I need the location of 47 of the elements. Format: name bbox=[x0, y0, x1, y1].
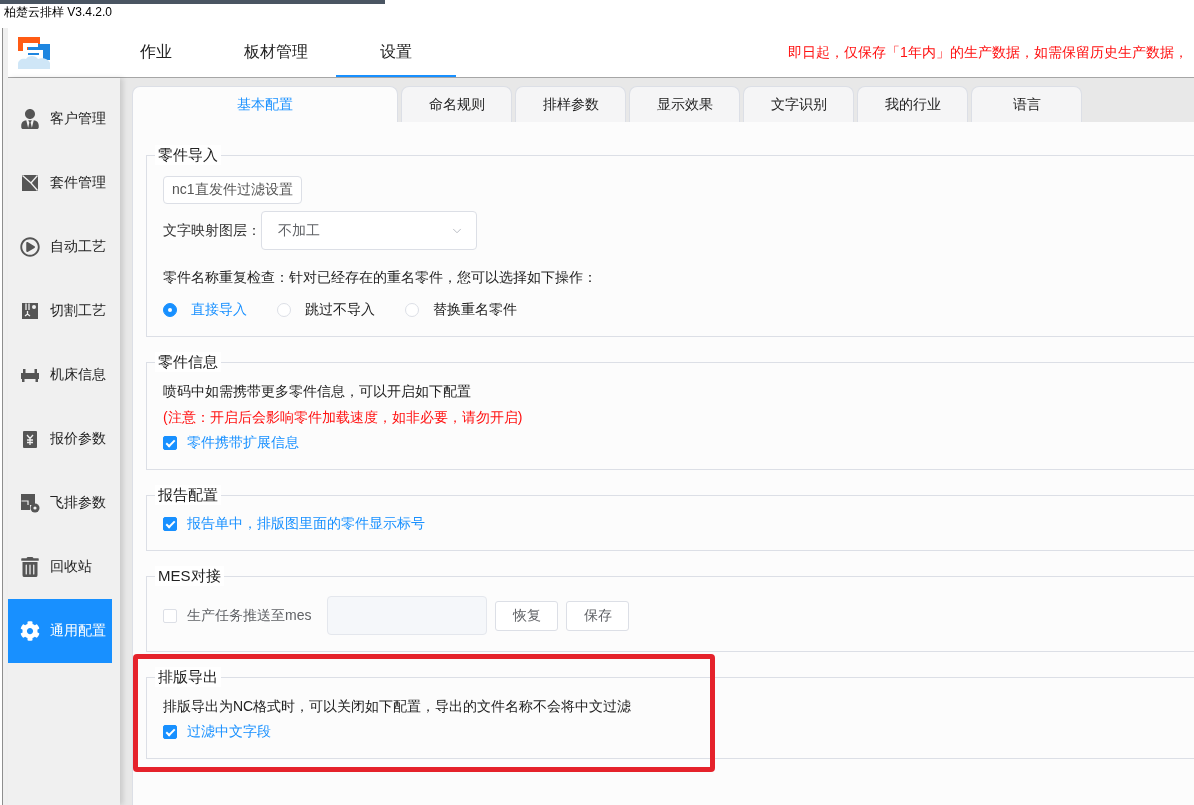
action-button[interactable]: 恢复 bbox=[495, 600, 559, 631]
sidebar-item[interactable]: 报价参数 bbox=[8, 407, 112, 471]
sidebar-item[interactable]: 回收站 bbox=[8, 535, 112, 599]
description-text: 喷码中如需携带更多零件信息，可以开启如下配置 bbox=[163, 382, 472, 401]
trash-icon bbox=[20, 557, 40, 577]
settings-tab[interactable]: 我的行业 bbox=[857, 86, 968, 122]
layout-gear-icon bbox=[20, 493, 40, 513]
checkbox[interactable] bbox=[163, 436, 177, 450]
user-icon bbox=[20, 109, 40, 129]
notice-text: 即日起，仅保存「1年内」的生产数据，如需保留历史生产数据， bbox=[788, 43, 1188, 62]
radio-label[interactable]: 替换重名零件 bbox=[433, 301, 517, 319]
description-text: 排版导出为NC格式时，可以关闭如下配置，导出的文件名称不会将中文过滤 bbox=[163, 697, 633, 716]
sidebar-item[interactable]: 飞排参数 bbox=[8, 471, 112, 535]
window-title: 柏楚云排样 V3.4.2.0 bbox=[3, 4, 113, 21]
cutting-machine-icon bbox=[20, 301, 40, 321]
nav-tab[interactable]: 设置 bbox=[336, 28, 456, 77]
sidebar-item[interactable]: 套件管理 bbox=[8, 151, 112, 215]
field-label: 文字映射图层： bbox=[163, 221, 261, 240]
settings-icon bbox=[20, 621, 40, 641]
section-title: 报告配置 bbox=[155, 485, 221, 505]
folded-square-icon bbox=[20, 173, 40, 193]
checkbox[interactable] bbox=[163, 725, 177, 739]
yen-notepad-icon bbox=[20, 429, 40, 449]
filter-settings-button[interactable]: nc1直发件过滤设置 bbox=[163, 176, 302, 204]
section-title: 零件信息 bbox=[155, 352, 221, 372]
settings-tab[interactable]: 命名规则 bbox=[401, 86, 512, 122]
nav-tab[interactable]: 作业 bbox=[96, 28, 216, 77]
settings-tab[interactable]: 排样参数 bbox=[515, 86, 626, 122]
description-text: 零件名称重复检查：针对已经存在的重名零件，您可以选择如下操作： bbox=[163, 268, 598, 287]
sidebar-item[interactable]: 切割工艺 bbox=[8, 279, 112, 343]
section-title: 零件导入 bbox=[155, 145, 221, 165]
checkbox[interactable] bbox=[163, 517, 177, 531]
sidebar-item[interactable]: 自动工艺 bbox=[8, 215, 112, 279]
nav-tab[interactable]: 板材管理 bbox=[216, 28, 336, 77]
sidebar-item[interactable]: 客户管理 bbox=[8, 87, 112, 151]
settings-tab[interactable]: 文字识别 bbox=[743, 86, 854, 122]
dropdown-field[interactable]: 不加工 bbox=[261, 211, 477, 250]
checkbox-label[interactable]: 生产任务推送至mes bbox=[187, 606, 312, 625]
logo-icon bbox=[18, 36, 50, 69]
sidebar-item[interactable]: 机床信息 bbox=[8, 343, 112, 407]
warning-text: (注意：开启后会影响零件加载速度，如非必要，请勿开启) bbox=[163, 408, 524, 427]
action-button[interactable]: 保存 bbox=[566, 600, 630, 631]
radio-button[interactable] bbox=[163, 303, 177, 317]
settings-tab[interactable]: 显示效果 bbox=[629, 86, 740, 122]
input-field[interactable] bbox=[327, 596, 488, 635]
settings-tab[interactable]: 语言 bbox=[971, 86, 1082, 122]
radio-label[interactable]: 跳过不导入 bbox=[305, 301, 375, 319]
